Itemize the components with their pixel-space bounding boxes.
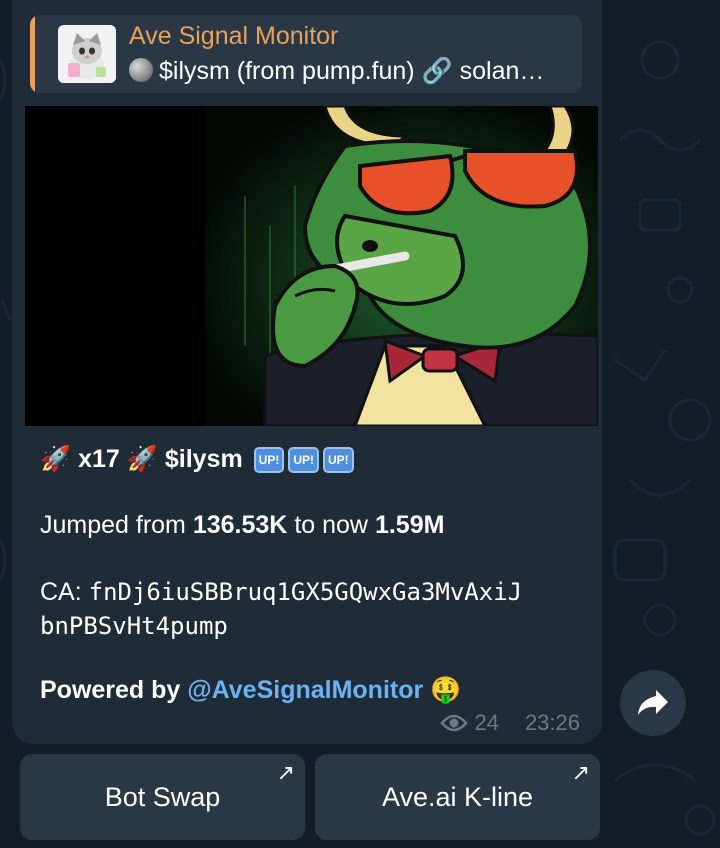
bot-swap-button[interactable]: Bot Swap ↗ — [20, 754, 305, 840]
rocket-icon: 🚀 — [126, 445, 158, 473]
token-ticker: $ilysm — [164, 445, 243, 473]
jump-line: Jumped from 136.53K to now 1.59M — [40, 511, 444, 540]
eye-icon — [440, 714, 469, 732]
bot-swap-label: Bot Swap — [104, 781, 221, 812]
to-value: 1.59M — [374, 511, 445, 539]
view-count: 24 — [474, 710, 499, 735]
powered-link[interactable]: @AveSignalMonitor — [187, 676, 423, 704]
share-icon — [638, 690, 668, 715]
jump-prefix: Jumped from — [40, 511, 193, 539]
multiplier: x17 — [78, 445, 120, 473]
up-badge-icon: UP! — [323, 447, 354, 473]
up-badge-icon: UP! — [253, 447, 285, 473]
reply-text-content: $ilysm (from pump.fun) 🔗 solan… — [159, 57, 545, 85]
reply-accent-bar — [30, 15, 35, 93]
coin-icon — [129, 58, 153, 82]
reply-preview[interactable]: Ave Signal Monitor $ilysm (from pump.fun… — [30, 15, 582, 93]
signal-headline: 🚀 x17 🚀 $ilysm UP! UP! UP! — [40, 445, 354, 474]
cat-avatar-icon — [58, 25, 116, 83]
contract-address-line2: bnPBSvHt4pump — [40, 612, 228, 641]
jump-middle: to now — [287, 511, 375, 539]
message-photo[interactable] — [25, 106, 598, 426]
kline-button[interactable]: Ave.ai K-line ↗ — [315, 754, 600, 840]
external-link-icon: ↗ — [276, 760, 295, 785]
money-face-icon: 🤑 — [430, 676, 462, 704]
rocket-icon: 🚀 — [40, 445, 72, 473]
reply-title: Ave Signal Monitor — [129, 22, 339, 50]
powered-prefix: Powered by — [40, 676, 188, 704]
contract-address-cont[interactable]: bnPBSvHt4pump — [40, 612, 228, 640]
up-badge-icon: UP! — [288, 447, 319, 473]
message-meta: 24 23:26 — [440, 710, 580, 736]
powered-by-line: Powered by @AveSignalMonitor 🤑 — [40, 676, 461, 705]
contract-address[interactable]: fnDj6iuSBBruq1GX5GQwxGa3MvAxiJ — [89, 578, 522, 606]
kline-label: Ave.ai K-line — [381, 781, 534, 812]
ca-label: CA: — [40, 578, 89, 606]
message-time: 23:26 — [524, 710, 580, 735]
contract-address-line1: CA: fnDj6iuSBBruq1GX5GQwxGa3MvAxiJ — [40, 578, 522, 607]
share-button[interactable] — [620, 670, 686, 736]
external-link-icon: ↗ — [571, 760, 590, 785]
reply-text: $ilysm (from pump.fun) 🔗 solan… — [129, 57, 569, 86]
from-value: 136.53K — [192, 511, 288, 539]
